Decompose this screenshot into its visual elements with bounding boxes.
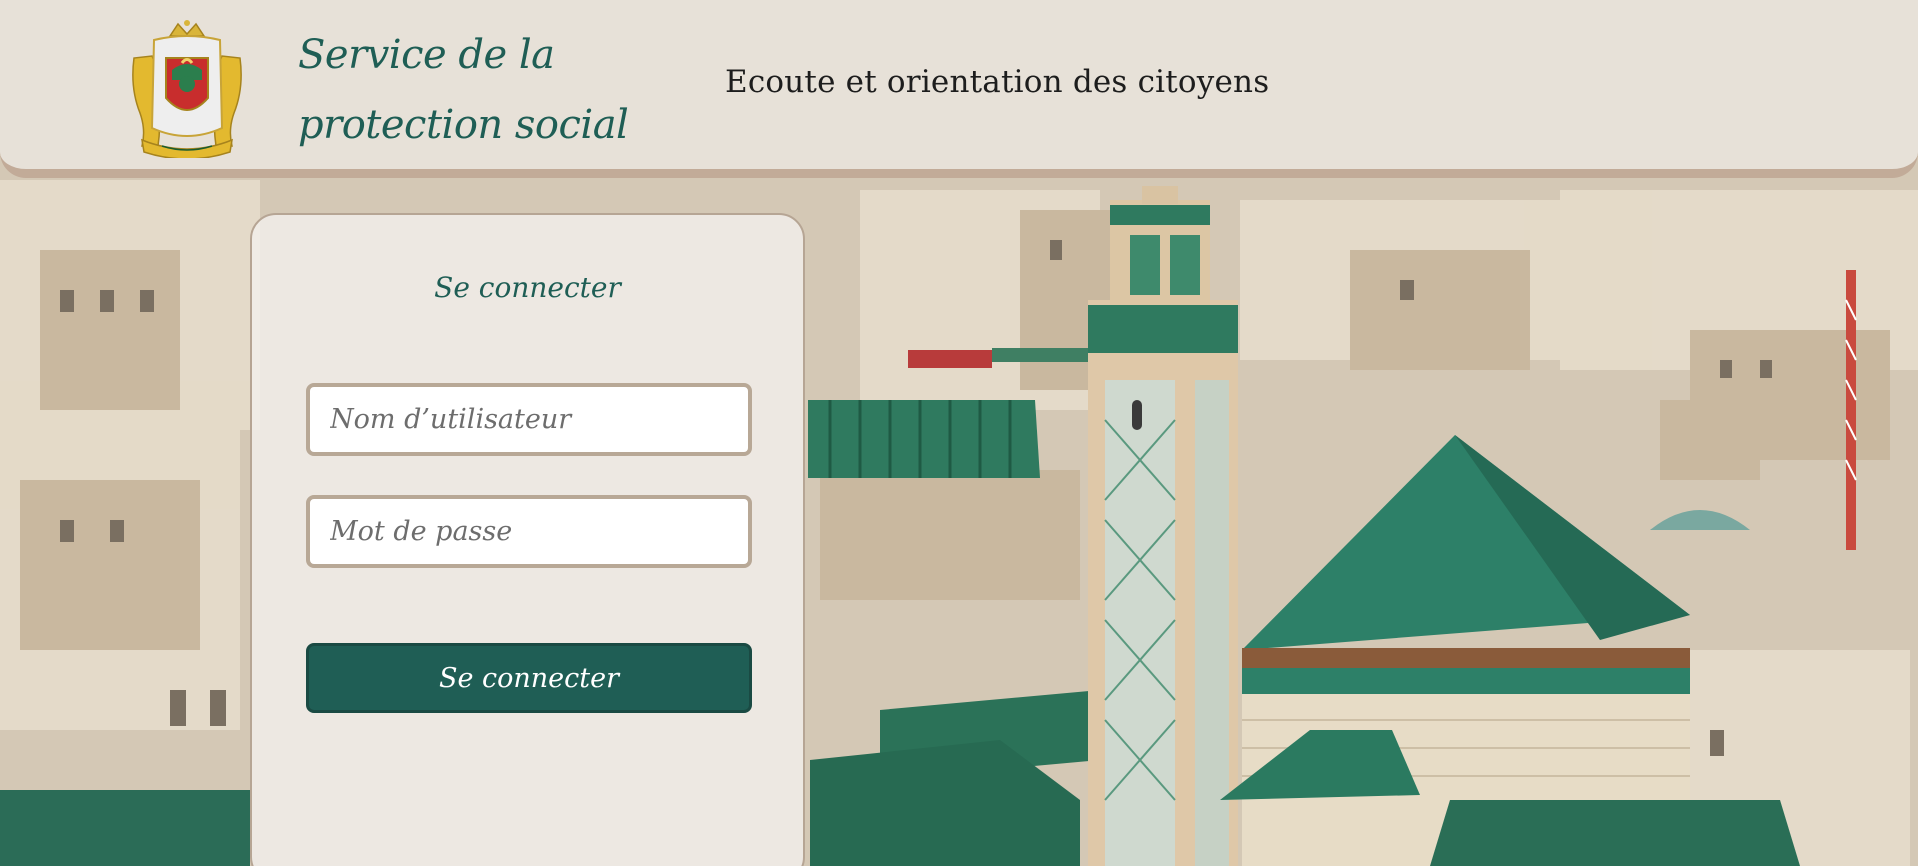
login-submit-button[interactable]: Se connecter xyxy=(306,643,752,713)
coat-of-arms-icon xyxy=(132,20,242,160)
login-form: Se connecter Se connecter xyxy=(250,213,805,866)
site-brand: Service de la protection social xyxy=(298,20,629,160)
royal-emblem-icon xyxy=(122,18,252,160)
brand-line-2: protection social xyxy=(298,102,629,148)
username-input[interactable] xyxy=(306,383,752,456)
site-header: Service de la protection social Ecoute e… xyxy=(0,0,1918,178)
site-tagline: Ecoute et orientation des citoyens xyxy=(725,64,1270,100)
login-title: Se connecter xyxy=(434,271,621,304)
password-input[interactable] xyxy=(306,495,752,568)
brand-line-1: Service de la xyxy=(298,32,555,78)
